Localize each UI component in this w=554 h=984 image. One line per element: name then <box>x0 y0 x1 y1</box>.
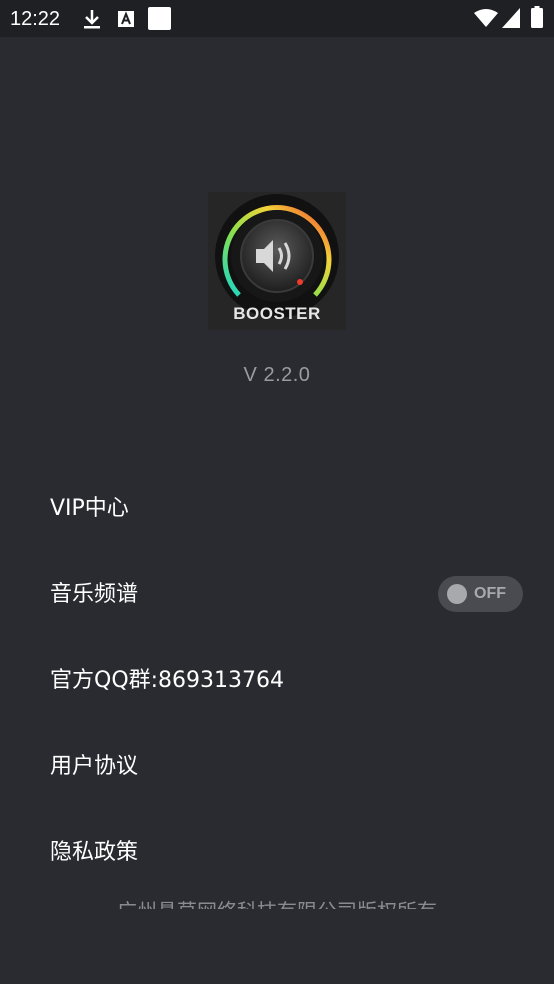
logo-text: BOOSTER <box>233 304 321 323</box>
app-logo: BOOSTER <box>208 192 346 330</box>
wifi-icon <box>474 9 498 27</box>
menu-item-qq-group[interactable]: 官方QQ群:869313764 <box>50 666 284 696</box>
menu-item-vip[interactable]: VIP中心 <box>50 494 129 524</box>
toggle-state-label: OFF <box>474 585 506 602</box>
spectrum-toggle[interactable]: OFF <box>438 576 523 612</box>
menu-item-privacy-policy[interactable]: 隐私政策 <box>50 838 138 868</box>
download-icon <box>84 10 100 29</box>
notification-icon <box>148 7 171 30</box>
signal-icon <box>502 8 520 28</box>
status-bar: 12:22 <box>0 0 554 37</box>
footer: 广州悬草网络科技有限公司版权所有 <box>0 896 554 909</box>
menu-item-spectrum[interactable]: 音乐频谱 <box>50 580 138 610</box>
menu-item-user-agreement[interactable]: 用户协议 <box>50 752 138 782</box>
version-label: V 2.2.0 <box>243 364 311 386</box>
font-icon <box>118 11 134 27</box>
copyright-text: 广州悬草网络科技有限公司版权所有 <box>0 898 554 909</box>
status-time: 12:22 <box>10 8 61 30</box>
battery-icon <box>531 6 543 28</box>
toggle-knob <box>447 584 467 604</box>
